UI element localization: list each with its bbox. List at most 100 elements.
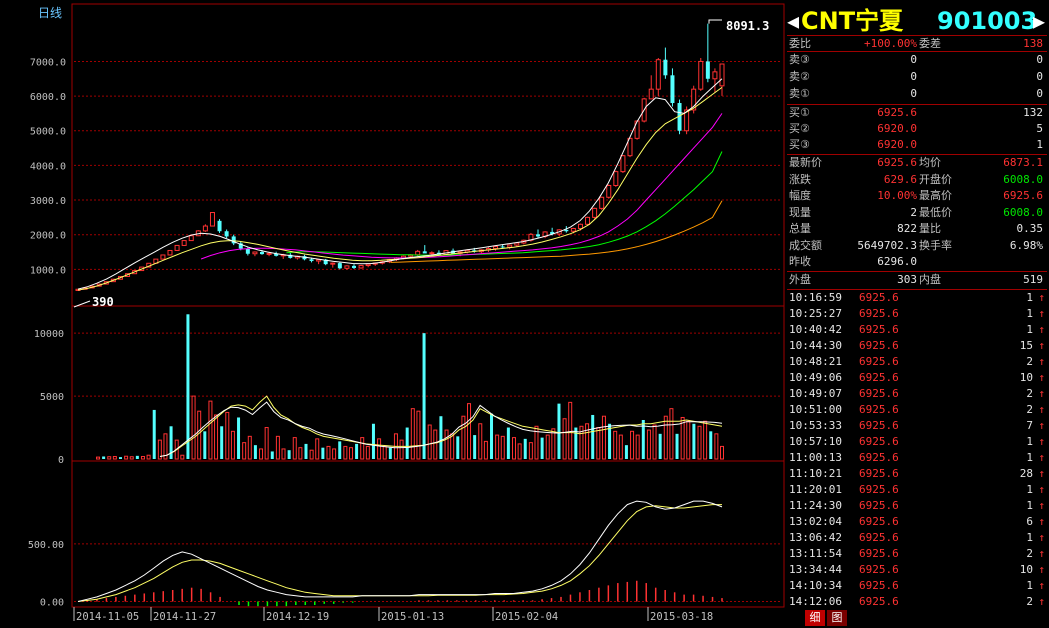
volume-bar — [709, 431, 713, 459]
volume-bar — [399, 439, 404, 460]
candle-body — [536, 234, 540, 237]
volume-bar — [208, 400, 213, 460]
stat-row: 总量 822 量比 0.35 — [787, 221, 1047, 237]
volume-bar — [692, 423, 696, 459]
tab-chart[interactable]: 图 — [827, 610, 847, 626]
tick-price: 6925.6 — [859, 355, 899, 368]
volume-bar — [304, 443, 308, 459]
tick-price: 6925.6 — [859, 371, 899, 384]
volume-bar — [630, 430, 635, 460]
volume-bar — [601, 415, 606, 460]
candle-body — [209, 212, 215, 227]
tick-price: 6925.6 — [859, 435, 899, 448]
volume-bar — [557, 403, 561, 459]
tick-up-icon: ↑ — [1038, 371, 1045, 384]
candle-body — [167, 249, 173, 256]
sell-price: 0 — [910, 87, 917, 100]
tick-time: 13:06:42 — [789, 531, 842, 544]
volume-bar — [124, 455, 129, 460]
volume-bar — [281, 448, 286, 460]
volume-bar — [102, 456, 106, 459]
stat-label: 换手率 — [919, 238, 952, 252]
stat-value: 6008.0 — [1003, 172, 1043, 186]
buy-volume: 5 — [1036, 122, 1043, 135]
stock-name: CNT宁夏 — [801, 7, 904, 35]
tick-volume: 1 — [1026, 323, 1033, 336]
stat-label: 涨跌 — [789, 172, 811, 186]
tick-time: 10:57:10 — [789, 435, 842, 448]
tick-volume: 1 — [1026, 451, 1033, 464]
candle-body — [648, 88, 654, 100]
stat-label: 最低价 — [919, 205, 952, 219]
sell-label: 卖③ — [789, 53, 810, 66]
tick-row: 10:51:00 6925.6 2 ↑ — [787, 402, 1047, 418]
buy-volume: 132 — [1023, 106, 1043, 119]
tick-row: 10:53:33 6925.6 7 ↑ — [787, 418, 1047, 434]
stat-label: 幅度 — [789, 189, 811, 202]
tick-time: 11:10:21 — [789, 467, 842, 480]
volume-bar — [473, 435, 477, 459]
volume-tick-label: 5000 — [40, 392, 64, 403]
tick-row: 10:25:27 6925.6 1 ↑ — [787, 306, 1047, 322]
volume-bar — [714, 433, 719, 460]
next-stock-icon[interactable]: ▶ — [1033, 4, 1045, 38]
volume-bar — [461, 415, 466, 460]
volume-bar — [348, 447, 353, 460]
tick-price: 6925.6 — [859, 387, 899, 400]
inner-value: 519 — [1023, 273, 1043, 286]
tick-up-icon: ↑ — [1038, 563, 1045, 576]
volume-bar — [427, 424, 432, 460]
candle-body — [500, 246, 505, 248]
volume-bar — [107, 456, 112, 460]
volume-bar — [298, 447, 303, 460]
tick-price: 6925.6 — [859, 499, 899, 512]
volume-bar — [635, 434, 640, 460]
tick-volume: 10 — [1019, 563, 1033, 576]
candle-body — [670, 75, 675, 104]
tick-price: 6925.6 — [859, 467, 899, 480]
stat-value: 5649702.3 — [857, 238, 917, 252]
stat-value: 2 — [910, 205, 917, 219]
tick-volume: 7 — [1026, 419, 1033, 432]
tick-up-icon: ↑ — [1038, 547, 1045, 560]
volume-bar — [618, 434, 623, 460]
volume-bar — [220, 426, 224, 459]
stat-label: 最高价 — [919, 189, 952, 202]
volume-bar — [96, 456, 100, 460]
volume-bar — [118, 457, 122, 459]
prev-stock-icon[interactable]: ◀ — [787, 4, 799, 38]
tick-time: 10:49:06 — [789, 371, 842, 384]
sell-volume: 0 — [1036, 87, 1043, 100]
stat-label: 开盘价 — [919, 172, 952, 186]
date-label: 2015-01-13 — [381, 611, 444, 623]
tab-detail[interactable]: 细 — [805, 610, 825, 626]
volume-bar — [315, 438, 320, 460]
buy-label: 买① — [789, 106, 810, 119]
stat-value: 6925.6 — [1003, 189, 1043, 202]
tick-volume: 1 — [1026, 291, 1033, 304]
candle-body — [330, 262, 336, 265]
candle-body — [188, 235, 194, 242]
tick-time: 10:48:21 — [789, 355, 842, 368]
weicha-value: 138 — [1023, 37, 1043, 50]
tick-time: 14:10:34 — [789, 579, 842, 592]
stat-label: 现量 — [789, 205, 811, 219]
volume-bar — [528, 442, 533, 460]
stat-value: 6873.1 — [1003, 156, 1043, 169]
tick-time: 13:34:44 — [789, 563, 842, 576]
weicha-label: 委差 — [919, 37, 941, 50]
tick-row: 10:16:59 6925.6 1 ↑ — [787, 290, 1047, 306]
volume-bar — [214, 414, 219, 460]
tick-row: 13:06:42 6925.6 1 ↑ — [787, 530, 1047, 546]
tick-row: 11:00:13 6925.6 1 ↑ — [787, 450, 1047, 466]
buy-row: 买② 6920.0 5 — [787, 121, 1047, 137]
stat-label: 成交额 — [789, 238, 822, 252]
tick-time: 10:25:27 — [789, 307, 842, 320]
volume-bar — [646, 429, 651, 460]
prev-close-label: 昨收 — [789, 255, 811, 268]
stat-value: 6008.0 — [1003, 205, 1043, 219]
candle-body — [585, 216, 591, 225]
chart-area[interactable]: 日线 7000.0 6000.0 5000.0 4000.0 3000.0 2000.0 1… — [0, 0, 786, 628]
volume-bar — [191, 395, 196, 460]
volume-bar — [270, 451, 274, 459]
